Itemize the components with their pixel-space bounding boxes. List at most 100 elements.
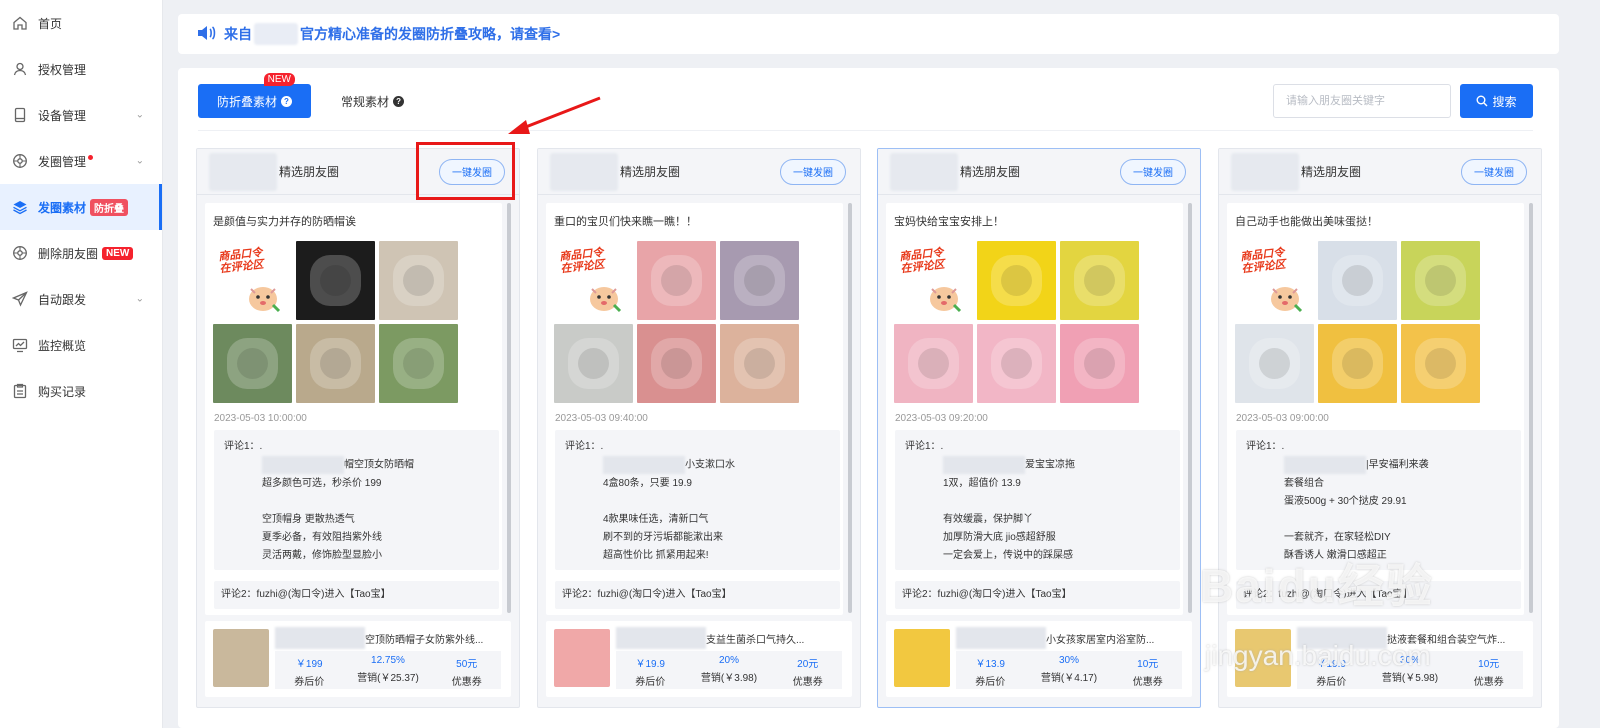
product-image[interactable] [554,629,610,687]
sidebar-item-5[interactable]: 删除朋友圈 NEW [0,230,162,276]
sidebar-item-label: 发圈素材 [38,200,87,215]
post-image[interactable] [720,324,799,403]
help-icon[interactable]: ? [281,95,292,107]
speaker-icon [196,24,216,45]
scrollbar-thumb[interactable] [1529,203,1533,613]
post-image[interactable] [213,324,292,403]
sidebar-item-label: 发圈管理 [38,154,87,169]
search-icon [1476,95,1488,107]
sidebar-item-6[interactable]: 自动跟发 ⌄ [0,276,162,322]
image-grid: 商品口令 在评论区 [894,241,1139,403]
sidebar-item-4[interactable]: 发圈素材 防折叠 [0,184,162,230]
post-image[interactable]: 商品口令 在评论区 [894,241,973,320]
product-image[interactable] [213,629,269,687]
product-image[interactable] [1235,629,1291,687]
send-icon [12,291,28,307]
post-image[interactable]: 商品口令 在评论区 [213,241,292,320]
card-title-label: 精选朋友圈 [1301,165,1362,179]
coupon-value: 50元 [456,659,478,670]
post-image[interactable] [637,241,716,320]
home-icon [12,15,28,31]
notice-bar[interactable]: 来自 官方精心准备的发圈防折叠攻略，请查看> [178,14,1559,54]
chevron-down-icon: ⌄ [135,293,144,305]
post-image[interactable] [977,324,1056,403]
product-card[interactable]: 支益生菌杀口气持久... ￥19.9 券后价 20% 营销(￥3.98) 20元 优惠… [546,621,852,697]
scrollbar-thumb[interactable] [507,203,511,613]
product-card[interactable]: 空顶防晒帽子女防紫外线... ￥199 券后价 12.75% 营销(￥25.37) … [205,621,511,697]
chevron-down-icon: ⌄ [135,109,144,121]
redacted-avatar [890,152,958,191]
notice-text[interactable]: 官方精心准备的发圈防折叠攻略，请查看> [300,24,560,44]
one-click-post-button[interactable]: 一键发圈 [1461,158,1527,185]
post-image[interactable] [379,241,458,320]
image-grid: 商品口令 在评论区 [1235,241,1480,403]
scrollbar[interactable] [507,203,512,615]
product-image[interactable] [894,629,950,687]
tab-regular-label: 常规素材 [341,94,390,109]
comment-1-label: 评论1：. [1246,441,1285,452]
post-image[interactable] [296,241,375,320]
tab-anti-fold-material[interactable]: 防折叠素材 ? NEW [198,73,311,118]
sidebar-item-3[interactable]: 发圈管理 ⌄ [0,138,162,184]
sales-value: 营销(￥25.37) [357,673,419,684]
redacted-avatar [1231,152,1299,191]
comment-line: 小支漱口水 [685,459,735,471]
tab-regular-material[interactable]: 常规素材 ? [341,93,405,110]
post-image[interactable]: 商品口令 在评论区 [1235,241,1314,320]
one-click-post-button[interactable]: 一键发圈 [1120,158,1186,185]
redacted-text [262,456,344,474]
search-input[interactable] [1273,84,1451,118]
sidebar-item-2[interactable]: 设备管理 ⌄ [0,92,162,138]
scrollbar[interactable] [1188,203,1193,615]
sidebar-item-7[interactable]: 监控概览 [0,322,162,368]
post-image[interactable] [1060,324,1139,403]
comment-line: 套餐组合 [1284,477,1324,489]
layers-icon [12,199,28,215]
sidebar: 首页 授权管理 设备管理 ⌄ 发圈管理 ⌄ 发圈素材 防折叠 删除朋友圈 NEW 自动跟… [0,0,163,728]
post-image[interactable]: 商品口令 在评论区 [554,241,633,320]
post-image[interactable] [1060,241,1139,320]
post-image[interactable] [1318,241,1397,320]
search-button[interactable]: 搜索 [1460,84,1533,118]
sales-value: 营销(￥5.98) [1381,673,1439,684]
comment-1-label: 评论1：. [905,441,944,452]
sidebar-item-label: 设备管理 [38,108,87,123]
post-image[interactable] [894,324,973,403]
coupon-price-value: ￥19.9 [1316,659,1346,670]
search-button-label: 搜索 [1492,94,1517,109]
product-card[interactable]: 挞液套餐和组合装空气炸... ￥19.9 券后价 30% 营销(￥5.98) 10元… [1227,621,1533,697]
sidebar-item-1[interactable]: 授权管理 [0,46,162,92]
card-title: 精选朋友圈 [1231,152,1362,191]
post-image[interactable] [1318,324,1397,403]
card-header: 精选朋友圈 一键发圈 [538,149,860,195]
coupon-price-label: 券后价 [975,677,1006,688]
post-image[interactable] [977,241,1056,320]
scrollbar-thumb[interactable] [848,203,852,613]
scrollbar[interactable] [848,203,853,615]
post-image[interactable] [379,324,458,403]
post-text: 宝妈快给宝宝安排上！ [894,216,1004,228]
coupon-label: 优惠券 [1473,677,1504,688]
notice-prefix: 来自 [224,26,252,42]
redacted-text [603,456,685,474]
comment-line: 超高性价比 抓紧用起来! [603,549,709,561]
post-image[interactable] [1401,324,1480,403]
scrollbar-thumb[interactable] [1188,203,1192,613]
coupon-price-label: 券后价 [635,677,666,688]
sidebar-item-label: 删除朋友圈 [38,246,99,261]
post-image[interactable] [1235,324,1314,403]
sidebar-item-label: 首页 [38,16,63,31]
post-image[interactable] [554,324,633,403]
post-image[interactable] [637,324,716,403]
one-click-post-button[interactable]: 一键发圈 [780,158,846,185]
comment-line: 酥香诱人 嫩滑口感超正 [1284,549,1387,561]
help-icon[interactable]: ? [393,95,405,107]
sidebar-item-8[interactable]: 购买记录 [0,368,162,414]
scrollbar[interactable] [1529,203,1534,615]
post-image[interactable] [296,324,375,403]
post-image[interactable] [1401,241,1480,320]
post-image[interactable] [720,241,799,320]
product-card[interactable]: 小女孩家居室内浴室防... ￥13.9 券后价 30% 营销(￥4.17) 10元优… [886,621,1192,697]
card-header: 精选朋友圈 一键发圈 [878,149,1200,195]
sidebar-item-0[interactable]: 首页 [0,0,162,46]
